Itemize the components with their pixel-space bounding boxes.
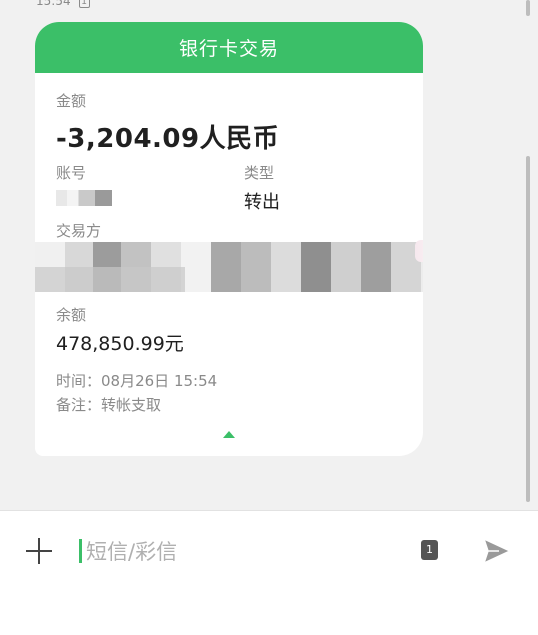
- balance-label: 余额: [56, 306, 87, 324]
- counterparty-label: 交易方: [56, 222, 102, 240]
- scrollbar[interactable]: [526, 156, 530, 502]
- add-attachment-icon[interactable]: [24, 536, 54, 566]
- scrollbar-top: [526, 0, 530, 16]
- sim-select-icon[interactable]: 1: [421, 540, 438, 560]
- account-number-redacted: [56, 190, 112, 206]
- bank-transaction-card[interactable]: 银行卡交易 金额 -3,204.09人民币 账号 类型 转出 交易方 余额 47…: [35, 22, 423, 456]
- type-value: 转出: [244, 192, 280, 213]
- text-cursor: [79, 539, 82, 563]
- amount-value: -3,204.09人民币: [56, 124, 280, 154]
- amount-label: 金额: [56, 92, 87, 110]
- type-label: 类型: [244, 164, 275, 182]
- balance-value: 478,850.99元: [56, 333, 184, 355]
- message-composer: 1: [0, 510, 538, 635]
- collapse-caret-icon[interactable]: [223, 431, 235, 438]
- note-line: 备注：转帐支取: [56, 396, 162, 414]
- status-bar: 15:54 1: [36, 0, 90, 9]
- status-time: 15:54: [36, 0, 71, 8]
- card-title: 银行卡交易: [35, 22, 423, 73]
- account-label: 账号: [56, 164, 87, 182]
- message-input[interactable]: [84, 533, 388, 571]
- send-icon[interactable]: [483, 538, 511, 564]
- redaction-overflow: [415, 240, 423, 262]
- time-line: 时间：08月26日 15:54: [56, 372, 218, 390]
- sim-card-icon: 1: [78, 0, 90, 8]
- counterparty-redacted: [35, 242, 423, 292]
